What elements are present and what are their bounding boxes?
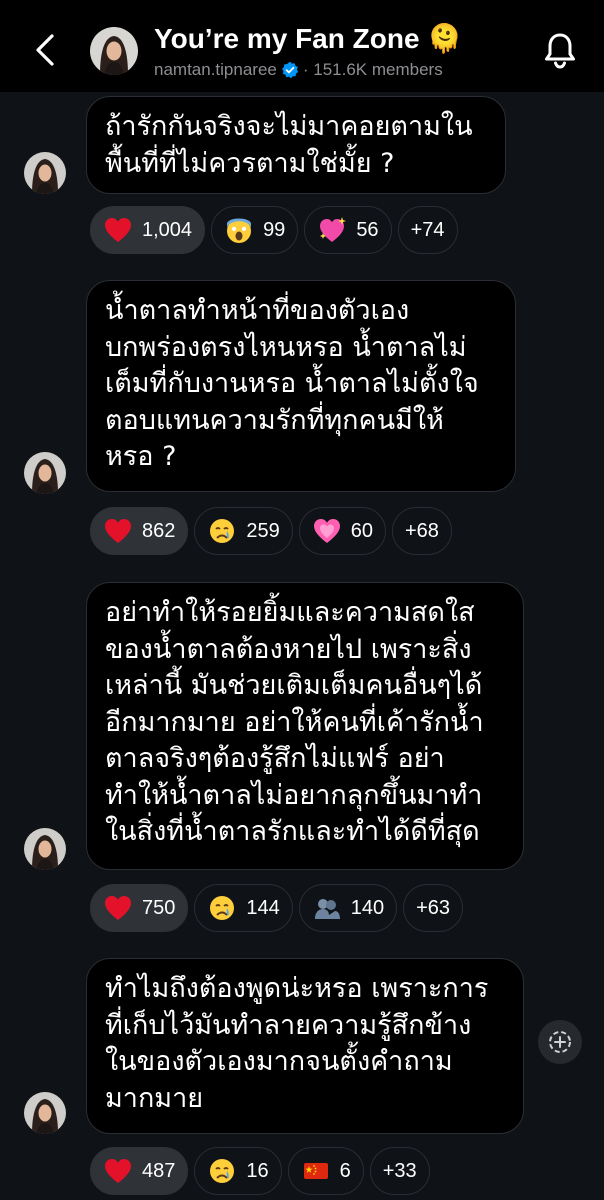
reaction-count: +63 xyxy=(416,896,451,919)
more-reactions-chip[interactable]: +33 xyxy=(369,1147,430,1195)
add-circle-icon xyxy=(549,1031,571,1053)
reaction-bar: 750 144 140 +63 xyxy=(90,884,464,932)
message-bubble[interactable]: น้ำตาลทำหน้าที่ของตัวเอง บกพร่องตรงไหนหร… xyxy=(86,280,516,492)
back-button[interactable] xyxy=(26,30,66,70)
more-reactions-chip[interactable]: +63 xyxy=(403,884,464,932)
sparkling-heart-icon xyxy=(320,217,347,242)
reaction-count: 259 xyxy=(246,519,280,542)
reaction-chip[interactable]: 862 xyxy=(90,507,189,555)
reaction-chip[interactable]: 6 xyxy=(287,1147,364,1195)
sender-avatar[interactable] xyxy=(24,152,66,194)
reaction-count: 99 xyxy=(263,218,286,241)
member-count: · 151.6K members xyxy=(302,60,443,79)
reaction-chip[interactable]: 487 xyxy=(90,1147,189,1195)
reaction-count: 140 xyxy=(350,896,385,919)
channel-header: You’re my Fan Zone 🫠 namtan.tipnaree · 1… xyxy=(0,0,604,92)
reaction-count: 6 xyxy=(339,1159,351,1182)
bell-icon xyxy=(545,33,575,69)
reaction-chip[interactable]: 1,004 xyxy=(90,206,206,254)
reaction-count: +68 xyxy=(405,519,439,542)
message-bubble[interactable]: อย่าทำให้รอยยิ้มและความสดใส ของน้ำตาลต้อ… xyxy=(86,582,524,870)
reaction-count: 1,004 xyxy=(142,218,193,241)
sender-avatar[interactable] xyxy=(24,1092,66,1134)
china-flag-icon xyxy=(303,1163,328,1179)
more-reactions-chip[interactable]: +68 xyxy=(392,507,452,555)
reaction-count: 862 xyxy=(142,519,176,542)
sender-avatar[interactable] xyxy=(24,828,66,870)
verified-badge-icon xyxy=(281,61,299,79)
add-reaction-button[interactable] xyxy=(538,1020,582,1064)
notifications-button[interactable] xyxy=(542,30,578,70)
reaction-chip[interactable]: 99 xyxy=(211,206,299,254)
message-bubble[interactable]: ถ้ารักกันจริงจะไม่มาคอยตามใน พื้นที่ที่ไ… xyxy=(86,96,506,194)
reaction-count: 487 xyxy=(142,1159,176,1182)
reaction-count: 56 xyxy=(356,218,379,241)
reaction-count: 16 xyxy=(246,1159,269,1182)
scream-face-icon xyxy=(227,218,252,243)
reaction-chip[interactable]: 144 xyxy=(194,884,293,932)
reaction-bar: 1,004 99 56 +74 xyxy=(90,206,458,254)
reaction-bar: 862 259 60 +68 xyxy=(90,507,452,555)
reaction-chip[interactable]: 60 xyxy=(298,507,386,555)
reaction-chip[interactable]: 56 xyxy=(304,206,392,254)
reaction-bar: 487 16 6 +33 xyxy=(90,1147,430,1195)
channel-username[interactable]: namtan.tipnaree xyxy=(154,60,277,80)
chevron-left-icon xyxy=(36,34,54,66)
reaction-count: +33 xyxy=(382,1159,417,1182)
channel-subtitle: namtan.tipnaree · 151.6K members xyxy=(154,60,443,80)
channel-avatar[interactable] xyxy=(90,27,138,75)
reaction-count: +74 xyxy=(410,218,445,241)
reaction-count: 750 xyxy=(142,896,176,919)
more-reactions-chip[interactable]: +74 xyxy=(397,206,458,254)
heart-icon xyxy=(105,218,131,242)
pink-heart-icon xyxy=(313,519,340,543)
reaction-chip[interactable]: 140 xyxy=(298,884,398,932)
reaction-chip[interactable]: 259 xyxy=(194,507,293,555)
crying-face-icon xyxy=(210,519,235,543)
message-bubble[interactable]: ทำไมถึงต้องพูดน่ะหรอ เพราะการ ที่เก็บไว้… xyxy=(86,958,524,1134)
reaction-chip[interactable]: 750 xyxy=(90,884,189,932)
crying-face-icon xyxy=(210,896,235,920)
channel-title: You’re my Fan Zone 🫠 xyxy=(154,23,463,54)
sender-avatar[interactable] xyxy=(24,452,66,494)
hugging-people-icon xyxy=(314,899,340,919)
heart-icon xyxy=(105,519,131,543)
reaction-chip[interactable]: 16 xyxy=(194,1147,282,1195)
heart-icon xyxy=(105,1159,131,1183)
crying-face-icon xyxy=(210,1159,235,1183)
heart-icon xyxy=(105,896,131,920)
reaction-count: 60 xyxy=(350,519,373,542)
reaction-count: 144 xyxy=(246,896,280,919)
